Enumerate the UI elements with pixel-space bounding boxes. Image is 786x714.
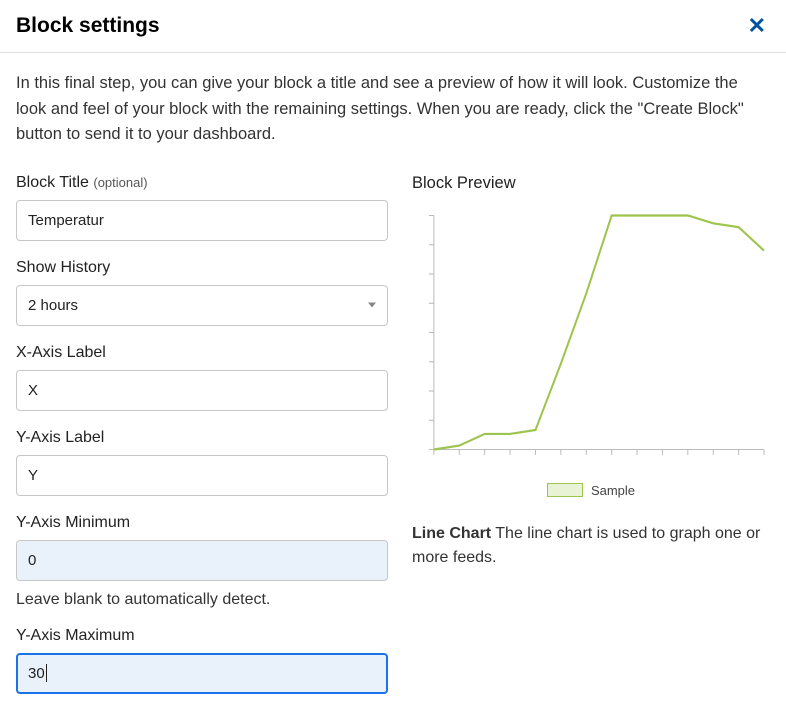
show-history-select[interactable]: 2 hours: [16, 285, 388, 326]
modal-body: In this final step, you can give your bl…: [0, 53, 786, 714]
y-axis-min-label: Y-Axis Minimum: [16, 514, 388, 532]
y-axis-min-helper: Leave blank to automatically detect.: [16, 591, 388, 609]
x-axis-label-label: X-Axis Label: [16, 344, 388, 362]
modal-title: Block settings: [16, 14, 160, 38]
close-icon[interactable]: ✕: [744, 15, 770, 37]
y-axis-max-label: Y-Axis Maximum: [16, 627, 388, 645]
line-chart-svg: [412, 209, 770, 469]
block-title-label: Block Title (optional): [16, 174, 388, 192]
y-axis-label-label: Y-Axis Label: [16, 429, 388, 447]
y-axis-min-input[interactable]: [16, 540, 388, 581]
intro-text: In this final step, you can give your bl…: [16, 71, 770, 148]
block-title-input[interactable]: [16, 200, 388, 241]
y-axis-max-input[interactable]: 30: [16, 653, 388, 694]
x-axis-label-input[interactable]: [16, 370, 388, 411]
show-history-label: Show History: [16, 259, 388, 277]
chart-preview: [412, 209, 770, 469]
chart-type-description: Line Chart The line chart is used to gra…: [412, 522, 770, 572]
modal-header: Block settings ✕: [0, 0, 786, 53]
preview-column: Block Preview Sample Line Chart The line…: [412, 174, 770, 694]
legend-swatch: [547, 483, 583, 497]
settings-column: Block Title (optional) Show History 2 ho…: [16, 174, 388, 694]
y-axis-label-input[interactable]: [16, 455, 388, 496]
legend-label: Sample: [591, 483, 635, 498]
block-preview-title: Block Preview: [412, 174, 770, 193]
chart-legend: Sample: [412, 483, 770, 498]
text-cursor: [46, 664, 47, 682]
